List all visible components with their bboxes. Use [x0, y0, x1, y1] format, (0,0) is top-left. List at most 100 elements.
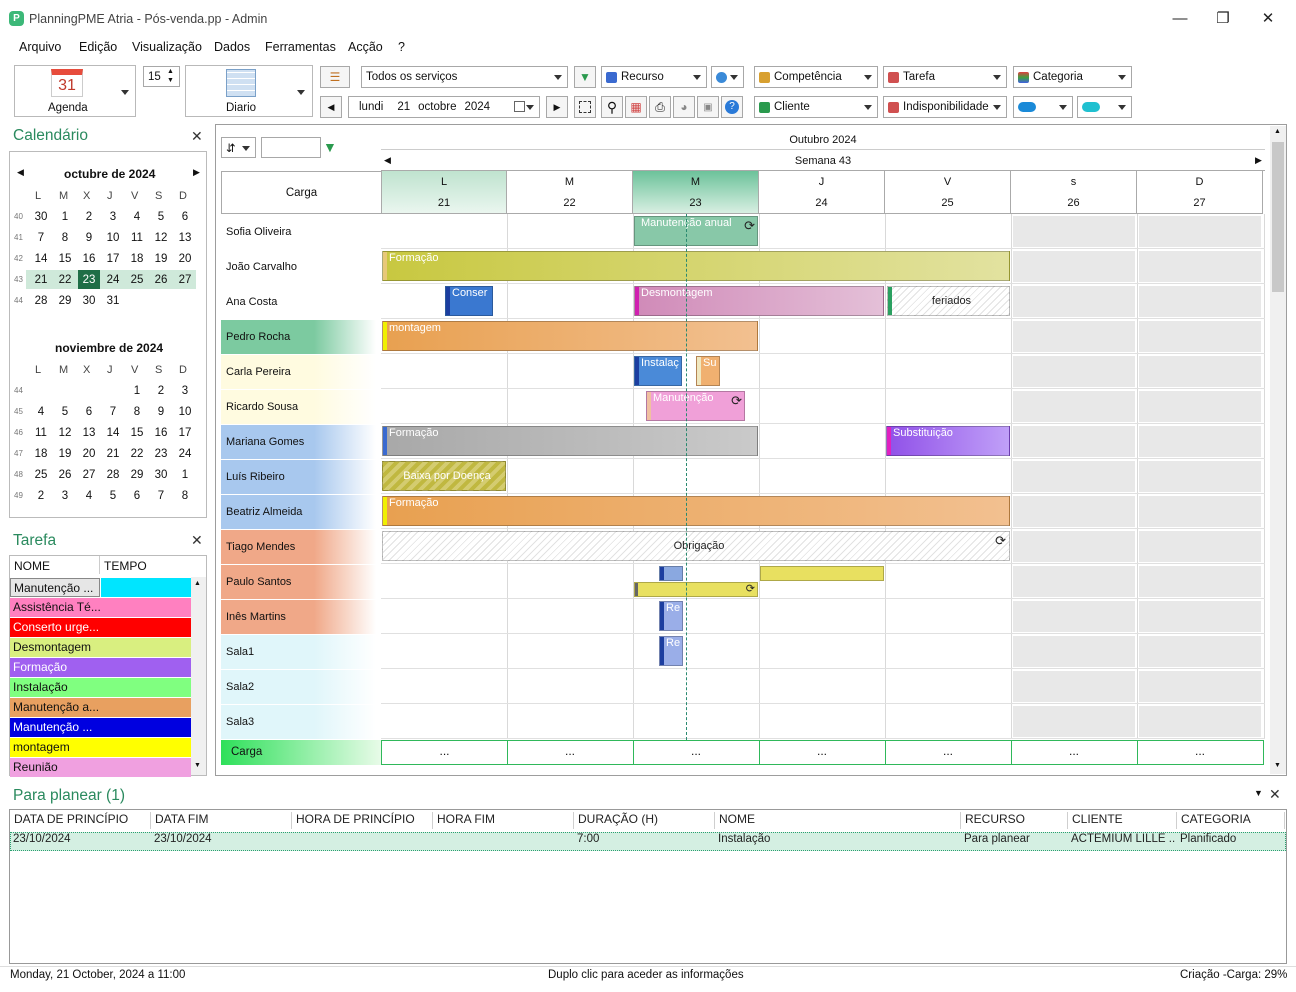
calendar-day[interactable]: 31 — [102, 291, 124, 310]
calendar-day[interactable]: 11 — [126, 228, 148, 247]
calendar-day[interactable]: 3 — [174, 381, 196, 400]
load-cell[interactable]: ... — [381, 740, 508, 765]
next-month-arrow-icon[interactable]: ▶ — [193, 167, 200, 178]
task-item[interactable]: Reunião — [10, 758, 191, 777]
calendar-day[interactable]: 14 — [102, 423, 124, 442]
calendar-day[interactable]: 5 — [150, 207, 172, 226]
column-header[interactable]: CLIENTE — [1068, 812, 1177, 829]
prev-date-button[interactable]: ◀ — [320, 96, 342, 118]
event-instalacao-carla[interactable]: Instalaç — [634, 356, 682, 386]
resource-row-label[interactable]: Ana Costa — [221, 285, 376, 319]
calendar-day[interactable]: 27 — [78, 465, 100, 484]
day-column-header[interactable]: J 24 — [759, 171, 885, 214]
load-cell[interactable]: ... — [759, 740, 886, 765]
calendar-day[interactable]: 6 — [174, 207, 196, 226]
menu-visualizacao[interactable]: Visualização — [132, 40, 202, 54]
day-column-header[interactable]: s 26 — [1011, 171, 1137, 214]
event-feriados-ana[interactable]: feriados — [887, 286, 1010, 316]
next-week-arrow-icon[interactable]: ▶ — [1255, 155, 1262, 166]
calendar-day[interactable]: 5 — [102, 486, 124, 505]
prev-month-arrow-icon[interactable]: ◀ — [17, 167, 24, 178]
calendar-day[interactable]: 4 — [30, 402, 52, 421]
zoom-stepper[interactable]: 15 ▲ ▼ — [143, 66, 180, 87]
column-header[interactable]: DATA FIM — [151, 812, 292, 829]
event-montagem-pedro[interactable]: montagem — [382, 321, 758, 351]
stepper-arrows-icon[interactable]: ▲ ▼ — [167, 67, 174, 85]
event-su-carla[interactable]: Su — [696, 356, 720, 386]
select-area-button[interactable] — [574, 96, 596, 118]
calendar-day[interactable]: 30 — [78, 291, 100, 310]
calendar-day[interactable]: 30 — [30, 207, 52, 226]
calendar-day[interactable]: 30 — [150, 465, 172, 484]
resource-row-label[interactable]: Sala3 — [221, 705, 376, 739]
calendar-day[interactable]: 25 — [126, 270, 148, 289]
minimize-button[interactable]: — — [1160, 6, 1200, 30]
calendar-day[interactable]: 6 — [126, 486, 148, 505]
task-item[interactable]: Manutenção a... — [10, 698, 191, 717]
event-substituicao-mariana[interactable]: Substituição — [886, 426, 1010, 456]
event-baixa-luis[interactable]: Baixa por Doença — [382, 461, 506, 491]
task-item[interactable]: Manutenção ... — [10, 718, 191, 737]
competence-combo[interactable]: Competência — [754, 66, 878, 88]
event-conserto-ana[interactable]: Conser — [445, 286, 493, 316]
task-item[interactable]: Instalação — [10, 678, 191, 697]
calendar-day[interactable]: 4 — [78, 486, 100, 505]
resource-row-label[interactable]: Luís Ribeiro — [221, 460, 376, 494]
resource-row-label[interactable]: Carla Pereira — [221, 355, 376, 389]
load-cell[interactable]: ... — [1011, 740, 1138, 765]
task-combo[interactable]: Tarefa — [883, 66, 1007, 88]
services-combo[interactable]: Todos os serviços — [361, 66, 568, 88]
event-small-paulo-1[interactable] — [659, 566, 683, 581]
calendar-day[interactable]: 5 — [54, 402, 76, 421]
column-header[interactable]: DURAÇÃO (H) — [574, 812, 715, 829]
calendar-day[interactable]: 15 — [54, 249, 76, 268]
day-column-header[interactable]: M 22 — [507, 171, 633, 214]
calendar-day[interactable]: 8 — [174, 486, 196, 505]
calendar-day[interactable]: 19 — [150, 249, 172, 268]
calendar-day[interactable]: 26 — [54, 465, 76, 484]
calendar-day[interactable]: 29 — [54, 291, 76, 310]
sort-button[interactable]: ⇵ — [221, 137, 256, 158]
calendar-day[interactable]: 17 — [174, 423, 196, 442]
calendar-day[interactable]: 1 — [174, 465, 196, 484]
scroll-down-icon[interactable]: ▼ — [1274, 762, 1281, 769]
calendar-day[interactable]: 26 — [150, 270, 172, 289]
menu-edicao[interactable]: Edição — [79, 40, 117, 54]
calendar-day[interactable]: 10 — [102, 228, 124, 247]
resource-row-label[interactable]: Beatriz Almeida — [221, 495, 376, 529]
calendar-day[interactable]: 3 — [54, 486, 76, 505]
load-header[interactable]: Carga — [221, 171, 381, 214]
day-column-header[interactable]: V 25 — [885, 171, 1011, 214]
calendar-day[interactable]: 8 — [54, 228, 76, 247]
print-button[interactable]: ⎙ — [649, 96, 671, 118]
task-item[interactable]: Desmontagem — [10, 638, 191, 657]
percent-combo[interactable] — [711, 66, 744, 88]
task-item[interactable]: Conserto urge... — [10, 618, 191, 637]
chevron-down-icon[interactable]: ▼ — [1254, 788, 1263, 798]
calendar-day[interactable]: 24 — [102, 270, 124, 289]
toggle-combo-1[interactable] — [1013, 96, 1073, 118]
event-obrigacao-tiago[interactable]: Obrigação ⟳ — [382, 531, 1010, 561]
calendar-day[interactable]: 9 — [78, 228, 100, 247]
calendar-day[interactable]: 21 — [102, 444, 124, 463]
calendar-day[interactable]: 7 — [150, 486, 172, 505]
next-date-button[interactable]: ▶ — [546, 96, 568, 118]
resource-row-label[interactable]: Ricardo Sousa — [221, 390, 376, 424]
calendar-day[interactable]: 9 — [150, 402, 172, 421]
task-item[interactable]: Assistência Té... — [10, 598, 191, 617]
calendar-day[interactable]: 14 — [30, 249, 52, 268]
calendar-day[interactable]: 13 — [174, 228, 196, 247]
calendar-day[interactable]: 22 — [54, 270, 76, 289]
event-desmontagem-ana[interactable]: Desmontagem — [634, 286, 884, 316]
menu-arquivo[interactable]: Arquivo — [19, 40, 61, 54]
calendar-day[interactable]: 12 — [150, 228, 172, 247]
calendar-day[interactable]: 1 — [54, 207, 76, 226]
calendar-day[interactable]: 11 — [30, 423, 52, 442]
calendar-day[interactable]: 18 — [30, 444, 52, 463]
task-item[interactable]: Formação — [10, 658, 191, 677]
resource-row-label[interactable]: Sala1 — [221, 635, 376, 669]
calendar-day[interactable]: 15 — [126, 423, 148, 442]
calendar-day[interactable]: 18 — [126, 249, 148, 268]
calendar-day[interactable]: 4 — [126, 207, 148, 226]
client-combo[interactable]: Cliente — [754, 96, 878, 118]
